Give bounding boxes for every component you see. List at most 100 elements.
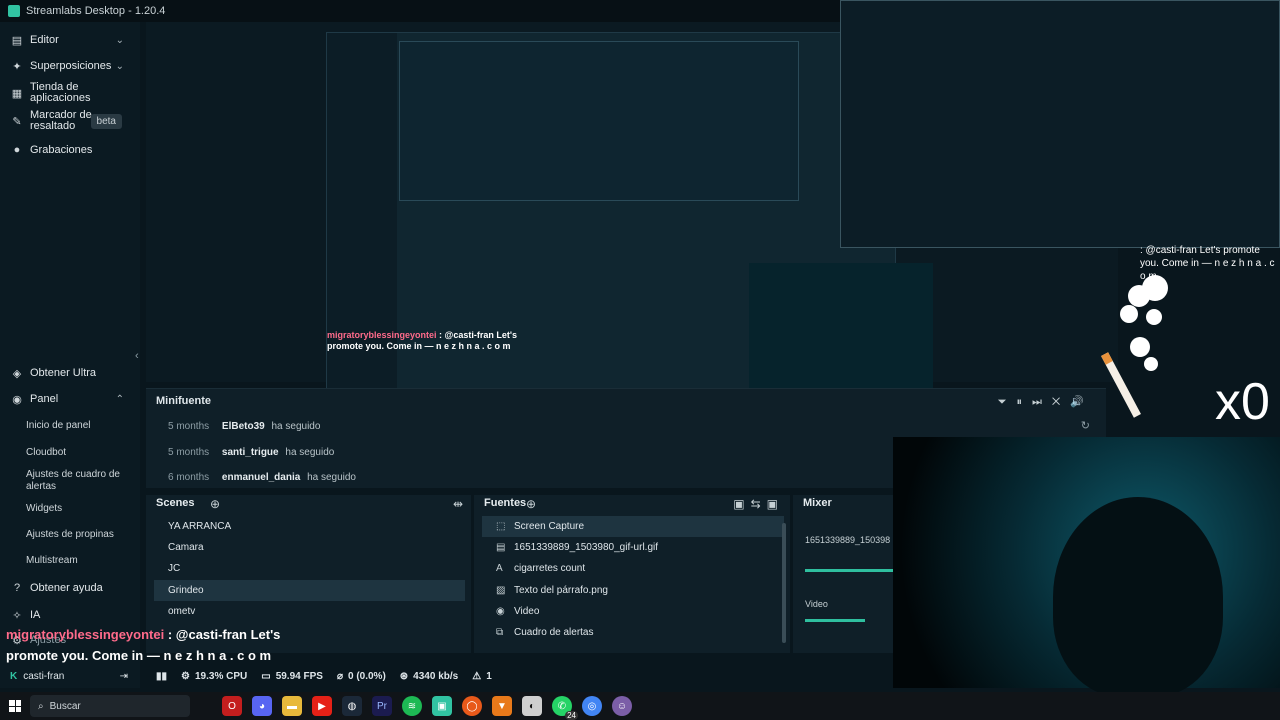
sidebar-item-label: IA [30, 609, 41, 621]
overlays-icon: ✦ [12, 60, 22, 73]
scene-item[interactable]: Camara [154, 537, 465, 558]
chat-overlay: migratoryblessingeyontei : @casti-fran L… [6, 624, 346, 666]
volume-slider[interactable] [805, 619, 865, 622]
mixer-item-label: Video [805, 599, 828, 609]
sidebar-subitem-cloudbot[interactable]: Cloudbot [26, 447, 136, 459]
text-icon: A [496, 563, 503, 574]
sidebar-item-overlays[interactable]: ✦ Superposiciones ⌄ [0, 56, 134, 76]
collapse-sidebar-icon[interactable]: ‹ [135, 350, 139, 362]
notifications[interactable]: ⚠ 1 [472, 671, 492, 682]
help-icon: ? [13, 582, 21, 594]
sidebar-subitem-widgets[interactable]: Widgets [26, 503, 136, 515]
username: casti-fran [23, 670, 65, 682]
stats-chart-icon[interactable]: ▮▮ [156, 671, 167, 682]
premiere-icon[interactable]: Pr [372, 696, 392, 716]
sidebar-subitem-dashboard-home[interactable]: Inicio de panel [26, 420, 136, 432]
sidebar-item-panel[interactable]: ◉ Panel ⌃ [0, 389, 134, 409]
sources-panel: Fuentes ⊕ ▣⇆▣ ⬚ Screen Capture ▤ 1651339… [474, 495, 790, 653]
nested-streamlabs-window [840, 0, 1280, 248]
whatsapp-icon[interactable]: ✆ 24 [552, 696, 578, 720]
source-label: Video [514, 606, 540, 617]
mini-feed-controls[interactable]: ⏷⏸⏭✕🔊 [998, 395, 1094, 409]
youtube-icon[interactable]: ▶ [312, 696, 332, 716]
opera-icon[interactable]: O [222, 696, 242, 716]
scene-item[interactable]: ometv [154, 601, 465, 622]
sidebar-subitem-tip-settings[interactable]: Ajustes de propinas [26, 529, 136, 541]
dropped-frames-icon: ⌀ [336, 670, 343, 682]
streamlabs-logo-icon [8, 5, 20, 17]
source-item[interactable]: A cigarretes count [482, 558, 784, 579]
webcam-icon: ◉ [496, 606, 505, 617]
chat-message: : @casti-fran Let's [439, 330, 517, 340]
origin-icon[interactable]: ◯ [462, 696, 482, 716]
store-icon: ▦ [11, 87, 23, 100]
steam-icon[interactable]: ◍ [342, 696, 362, 716]
app-icon[interactable]: ◐ [522, 696, 542, 716]
sidebar-item-label: Tienda de aplicaciones [30, 81, 91, 104]
window-title: Streamlabs Desktop - 1.20.4 [26, 5, 166, 17]
add-source-icon[interactable]: ⊕ [526, 497, 536, 511]
kick-logo-icon: K [10, 670, 18, 682]
chrome-icon[interactable]: ◎ [582, 696, 602, 716]
event-action: ha seguido [285, 447, 335, 458]
status-bar: ▮▮ ⚙ 19.3% CPU ▭ 59.94 FPS ⌀ 0 (0.0%) ⊛ 4340… [146, 664, 906, 688]
sidebar-subitem-multistream[interactable]: Multistream [26, 555, 136, 567]
logout-icon[interactable]: ⇥ [120, 671, 128, 682]
discord-icon[interactable]: ◕ [252, 696, 272, 716]
cigarette-counter: x0 [1215, 373, 1270, 431]
mixer-title: Mixer [803, 497, 832, 509]
sidebar-item-label: Marcador de resaltado [30, 109, 92, 132]
sidebar-item-highlighter[interactable]: ✎ Marcador de resaltado beta [0, 108, 134, 134]
event-action: ha seguido [271, 421, 321, 432]
chevron-up-icon: ⌃ [115, 393, 124, 405]
spotify-icon[interactable]: ≋ [402, 696, 422, 716]
scenes-title: Scenes [156, 497, 195, 509]
sidebar-item-editor[interactable]: ▤ Editor ⌄ [0, 30, 134, 50]
nested-screen-capture [399, 41, 799, 201]
refresh-icon[interactable]: ↻ [1081, 419, 1090, 432]
source-tools-icons[interactable]: ▣⇆▣ [733, 497, 784, 511]
chat-username: migratoryblessingeyontei [6, 627, 165, 642]
source-item[interactable]: ▨ Texto del párrafo.png [482, 580, 784, 601]
taskbar-search[interactable]: ⌕ Buscar [30, 695, 190, 717]
fps-stat: ▭ 59.94 FPS [261, 670, 323, 682]
sidebar-item-recordings[interactable]: ● Grabaciones [0, 140, 134, 160]
event-action: ha seguido [307, 472, 356, 483]
sidebar-item-ia[interactable]: ✧ IA [0, 605, 134, 625]
preview-chat-overlay: migratoryblessingeyontei : @casti-fran L… [327, 330, 567, 352]
sidebar-item-label: Superposiciones [30, 60, 112, 72]
event-user: ElBeto39 [221, 421, 265, 432]
source-item-selected[interactable]: ⬚ Screen Capture [482, 516, 784, 537]
source-item[interactable]: ◉ Video [482, 601, 784, 622]
scene-transitions-icon[interactable]: ⇹ [453, 497, 463, 511]
source-item[interactable]: ▤ 1651339889_1503980_gif-url.gif [482, 537, 784, 558]
sidebar-item-ultra[interactable]: ◈ Obtener Ultra [0, 363, 134, 383]
nested-webcam [749, 263, 933, 403]
sidebar-subitem-alertbox-settings[interactable]: Ajustes de cuadro de alertas [26, 469, 126, 493]
search-icon: ⌕ [38, 700, 44, 712]
streamlabs-icon[interactable]: ▣ [432, 696, 452, 716]
source-label: Screen Capture [514, 521, 585, 532]
windows-start-button[interactable] [0, 692, 30, 720]
source-label: cigarretes count [514, 563, 586, 574]
source-label: Cuadro de alertas [514, 627, 594, 638]
sidebar-item-app-store[interactable]: ▦ Tienda de aplicaciones [0, 80, 134, 106]
sources-scrollbar[interactable] [782, 523, 786, 643]
editor-icon: ▤ [11, 34, 23, 47]
volume-slider[interactable] [805, 569, 893, 572]
scene-item[interactable]: JC [154, 558, 465, 579]
webcam-feed [893, 437, 1280, 697]
image-icon: ▨ [496, 585, 506, 596]
brave-icon[interactable]: ▼ [492, 696, 512, 716]
source-item[interactable]: ⧉ Cuadro de alertas [482, 622, 784, 643]
folder-icon[interactable]: ▬ [282, 696, 302, 716]
dropped-frames-stat: ⌀ 0 (0.0%) [336, 670, 386, 682]
user-account[interactable]: K casti-fran ⇥ [0, 664, 140, 688]
scene-item-selected[interactable]: Grindeo [154, 580, 465, 601]
sidebar-item-label: Panel [30, 393, 59, 405]
sidebar-item-label: Grabaciones [30, 144, 93, 156]
add-scene-icon[interactable]: ⊕ [210, 497, 220, 511]
sidebar-item-help[interactable]: ? Obtener ayuda [0, 578, 134, 598]
scene-item[interactable]: YA ARRANCA [154, 516, 465, 537]
app-icon-2[interactable]: ☺ [612, 696, 632, 716]
